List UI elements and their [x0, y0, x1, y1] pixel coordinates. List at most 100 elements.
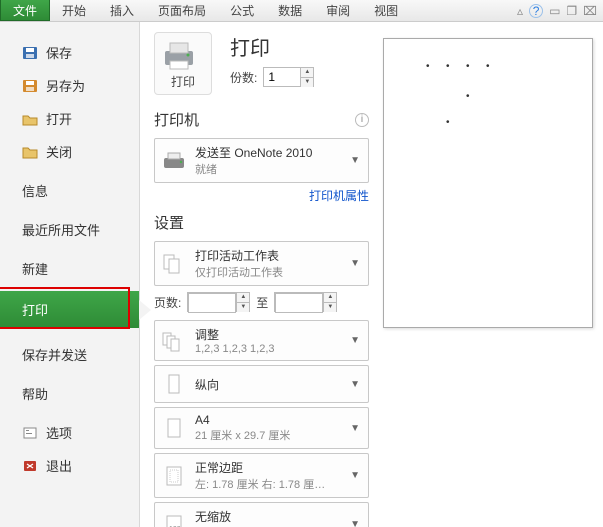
sidebar-label: 另存为 — [46, 76, 85, 95]
sidebar-item-new[interactable]: 新建 — [0, 252, 139, 285]
sidebar-item-help[interactable]: 帮助 — [0, 377, 139, 410]
tab-home[interactable]: 开始 — [50, 0, 98, 21]
print-panel: 打印 打印 份数: ▲▼ 打印机 i 发送至 OneNote 2010 — [140, 22, 383, 527]
pages-label: 页数: — [154, 294, 181, 311]
sidebar-label: 保存并发送 — [22, 345, 87, 364]
sidebar-item-exit[interactable]: 退出 — [0, 449, 139, 482]
spin-down-icon[interactable]: ▼ — [237, 303, 249, 312]
print-what-select[interactable]: 打印活动工作表 仅打印活动工作表 ▼ — [154, 241, 369, 286]
scaling-icon: 100 — [161, 512, 187, 527]
sidebar-label: 信息 — [22, 181, 48, 200]
pages-to-label: 至 — [256, 294, 268, 311]
sidebar-item-save-as[interactable]: 另存为 — [0, 69, 139, 102]
copies-spinner[interactable]: ▲▼ — [263, 67, 314, 87]
printer-properties-link[interactable]: 打印机属性 — [309, 189, 369, 203]
sidebar-item-save[interactable]: 保存 — [0, 36, 139, 69]
sidebar-label: 最近所用文件 — [22, 220, 100, 239]
page-from-input[interactable] — [188, 293, 236, 313]
page-to-spinner[interactable]: ▲▼ — [274, 292, 337, 312]
tab-page-layout[interactable]: 页面布局 — [146, 0, 218, 21]
ribbon-minimize-icon[interactable]: ▵ — [517, 4, 523, 18]
info-icon[interactable]: i — [355, 113, 369, 127]
exit-icon — [22, 459, 38, 473]
selected-arrow-icon — [139, 300, 151, 320]
paper-icon — [161, 415, 187, 441]
window-restore-icon[interactable]: ❐ — [566, 4, 577, 18]
spin-down-icon[interactable]: ▼ — [301, 78, 313, 87]
scaling-title: 无缩放 — [195, 508, 340, 525]
copies-label: 份数: — [230, 69, 257, 86]
margins-sub: 左: 1.78 厘米 右: 1.78 厘… — [195, 476, 340, 492]
print-button-label: 打印 — [159, 73, 207, 90]
printer-heading: 打印机 — [154, 109, 199, 130]
chevron-down-icon: ▼ — [348, 379, 362, 390]
printer-device-icon — [161, 148, 187, 174]
settings-heading: 设置 — [154, 212, 184, 233]
printer-select[interactable]: 发送至 OneNote 2010 就绪 ▼ — [154, 138, 369, 183]
paper-size-select[interactable]: A4 21 厘米 x 29.7 厘米 ▼ — [154, 407, 369, 449]
printer-icon — [159, 39, 199, 71]
sidebar-item-options[interactable]: 选项 — [0, 416, 139, 449]
collate-title: 调整 — [195, 326, 340, 343]
close-folder-icon — [22, 145, 38, 159]
tab-view[interactable]: 视图 — [362, 0, 410, 21]
sidebar-label: 选项 — [46, 423, 72, 442]
sidebar-label: 关闭 — [46, 142, 72, 161]
chevron-down-icon: ▼ — [348, 470, 362, 481]
file-tab[interactable]: 文件 — [0, 0, 50, 21]
sidebar-item-info[interactable]: 信息 — [0, 174, 139, 207]
paper-sub: 21 厘米 x 29.7 厘米 — [195, 427, 340, 443]
spin-up-icon[interactable]: ▲ — [324, 293, 336, 303]
sidebar-label: 新建 — [22, 259, 48, 278]
window-minimize-icon[interactable]: ▭ — [549, 4, 560, 18]
copies-input[interactable] — [264, 68, 300, 86]
chevron-down-icon: ▼ — [348, 423, 362, 434]
page-to-input[interactable] — [275, 293, 323, 313]
open-icon — [22, 112, 38, 126]
collate-icon — [161, 328, 187, 354]
help-icon[interactable]: ? — [529, 4, 543, 18]
save-icon — [22, 46, 38, 60]
print-what-title: 打印活动工作表 — [195, 247, 340, 264]
chevron-down-icon: ▼ — [348, 335, 362, 346]
sidebar-label: 帮助 — [22, 384, 48, 403]
sidebar-label: 打印 — [22, 303, 48, 318]
spin-up-icon[interactable]: ▲ — [301, 68, 313, 78]
print-button[interactable]: 打印 — [154, 32, 212, 95]
portrait-icon — [161, 371, 187, 397]
orientation-title: 纵向 — [195, 376, 340, 393]
margins-icon — [161, 463, 187, 489]
spin-up-icon[interactable]: ▲ — [237, 293, 249, 303]
sidebar-item-open[interactable]: 打开 — [0, 102, 139, 135]
paper-title: A4 — [195, 413, 340, 427]
printer-status: 就绪 — [195, 161, 340, 177]
ribbon-tabs: 文件 开始 插入 页面布局 公式 数据 审阅 视图 ▵ ? ▭ ❐ ⌧ — [0, 0, 603, 22]
chevron-down-icon: ▼ — [348, 155, 362, 166]
page-from-spinner[interactable]: ▲▼ — [187, 292, 250, 312]
window-close-icon[interactable]: ⌧ — [583, 4, 597, 18]
collate-select[interactable]: 调整 1,2,3 1,2,3 1,2,3 ▼ — [154, 320, 369, 361]
print-title: 打印 — [230, 32, 314, 61]
orientation-select[interactable]: 纵向 ▼ — [154, 365, 369, 403]
margins-title: 正常边距 — [195, 459, 340, 476]
scaling-select[interactable]: 100 无缩放 打印实际大小的工作表 ▼ — [154, 502, 369, 527]
sidebar-item-save-send[interactable]: 保存并发送 — [0, 338, 139, 371]
save-as-icon — [22, 79, 38, 93]
print-preview: • • • • • • — [383, 22, 603, 527]
tab-data[interactable]: 数据 — [266, 0, 314, 21]
tab-formulas[interactable]: 公式 — [218, 0, 266, 21]
ribbon-controls: ▵ ? ▭ ❐ ⌧ — [517, 0, 597, 21]
options-icon — [22, 426, 38, 440]
margins-select[interactable]: 正常边距 左: 1.78 厘米 右: 1.78 厘… ▼ — [154, 453, 369, 498]
tab-review[interactable]: 审阅 — [314, 0, 362, 21]
sidebar-item-print[interactable]: 打印 — [0, 291, 139, 328]
page-range: 页数: ▲▼ 至 ▲▼ — [154, 292, 369, 312]
tab-insert[interactable]: 插入 — [98, 0, 146, 21]
sidebar-item-close[interactable]: 关闭 — [0, 135, 139, 168]
sidebar-label: 退出 — [46, 456, 72, 475]
sidebar-item-recent[interactable]: 最近所用文件 — [0, 213, 139, 246]
chevron-down-icon: ▼ — [348, 258, 362, 269]
printer-name: 发送至 OneNote 2010 — [195, 144, 340, 161]
spin-down-icon[interactable]: ▼ — [324, 303, 336, 312]
preview-page: • • • • • • — [383, 38, 593, 328]
